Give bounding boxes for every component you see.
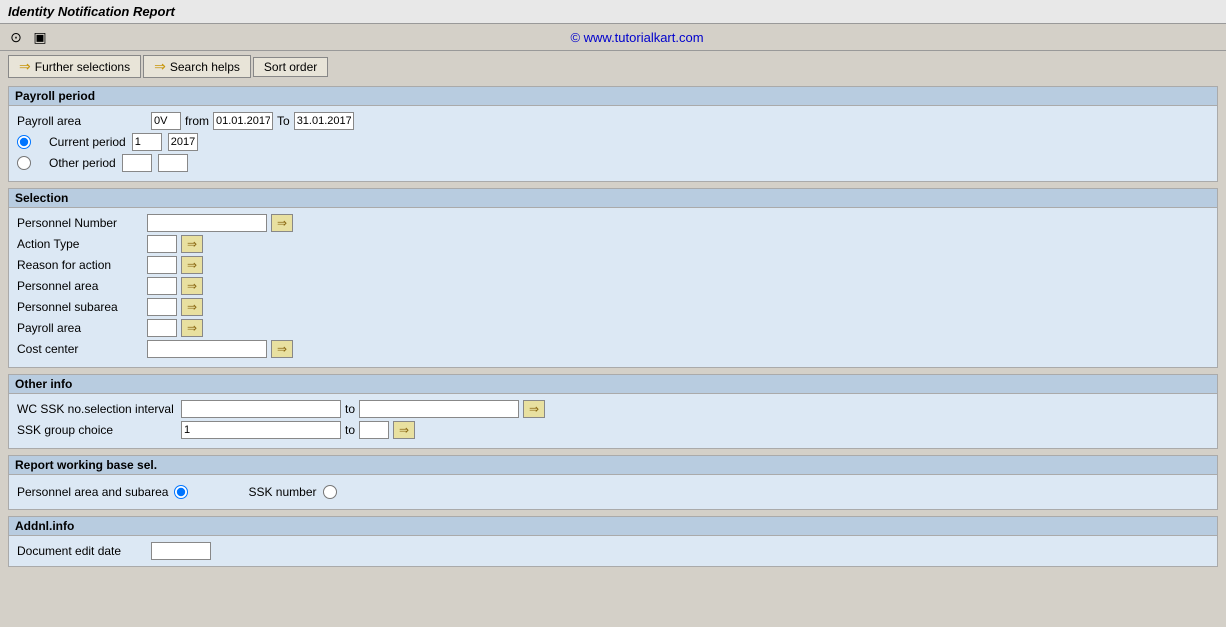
personnel-subarea-label: Personnel subarea bbox=[17, 300, 147, 314]
cost-center-input[interactable] bbox=[147, 340, 267, 358]
cost-center-label: Cost center bbox=[17, 342, 147, 356]
doc-edit-date-label: Document edit date bbox=[17, 544, 147, 558]
selection-body: Personnel Number Action Type Reason for … bbox=[9, 208, 1217, 367]
ssk-group-input1[interactable] bbox=[181, 421, 341, 439]
personnel-number-arrow-btn[interactable] bbox=[271, 214, 293, 232]
tab-search-helps[interactable]: ⇒ Search helps bbox=[143, 55, 251, 78]
payroll-area-input[interactable] bbox=[151, 112, 181, 130]
ssk-group-row: SSK group choice to bbox=[17, 421, 1209, 439]
addnl-info-title: Addnl.info bbox=[9, 517, 1217, 536]
ssk-group-arrow-btn[interactable] bbox=[393, 421, 415, 439]
personnel-area-subarea-label: Personnel area and subarea bbox=[17, 485, 168, 499]
clock-icon[interactable]: ⊙ bbox=[6, 27, 26, 47]
other-info-title: Other info bbox=[9, 375, 1217, 394]
personnel-subarea-arrow-btn[interactable] bbox=[181, 298, 203, 316]
wc-ssk-label: WC SSK no.selection interval bbox=[17, 402, 177, 416]
to-label: To bbox=[277, 114, 290, 128]
rwb-row: Personnel area and subarea SSK number bbox=[17, 481, 1209, 503]
ssk-number-label: SSK number bbox=[248, 485, 316, 499]
watermark: © www.tutorialkart.com bbox=[54, 30, 1220, 45]
reason-action-label: Reason for action bbox=[17, 258, 147, 272]
other-period-label: Other period bbox=[49, 156, 116, 170]
action-type-arrow-btn[interactable] bbox=[181, 235, 203, 253]
ssk-group-to-label: to bbox=[345, 423, 355, 437]
ssk-group-input2[interactable] bbox=[359, 421, 389, 439]
current-period-radio[interactable] bbox=[17, 135, 31, 149]
personnel-subarea-input[interactable] bbox=[147, 298, 177, 316]
cost-center-row: Cost center bbox=[17, 340, 1209, 358]
wc-ssk-input2[interactable] bbox=[359, 400, 519, 418]
other-period-row: Other period bbox=[17, 154, 1209, 172]
doc-edit-date-row: Document edit date bbox=[17, 542, 1209, 560]
wc-ssk-to-label: to bbox=[345, 402, 355, 416]
personnel-area-label: Personnel area bbox=[17, 279, 147, 293]
action-type-label: Action Type bbox=[17, 237, 147, 251]
sel-payroll-area-label: Payroll area bbox=[17, 321, 147, 335]
main-content: Payroll period Payroll area from To Curr… bbox=[0, 82, 1226, 577]
report-working-base-body: Personnel area and subarea SSK number bbox=[9, 475, 1217, 509]
addnl-info-section: Addnl.info Document edit date bbox=[8, 516, 1218, 567]
personnel-number-label: Personnel Number bbox=[17, 216, 147, 230]
to-date-input[interactable] bbox=[294, 112, 354, 130]
toolbar: ⊙ ▣ © www.tutorialkart.com bbox=[0, 24, 1226, 51]
from-date-input[interactable] bbox=[213, 112, 273, 130]
reason-action-input[interactable] bbox=[147, 256, 177, 274]
other-period-num-input[interactable] bbox=[122, 154, 152, 172]
sel-payroll-area-arrow-btn[interactable] bbox=[181, 319, 203, 337]
payroll-period-body: Payroll area from To Current period Othe… bbox=[9, 106, 1217, 181]
selection-section: Selection Personnel Number Action Type R… bbox=[8, 188, 1218, 368]
ssk-group-label: SSK group choice bbox=[17, 423, 177, 437]
payroll-period-section: Payroll period Payroll area from To Curr… bbox=[8, 86, 1218, 182]
further-selections-arrow-icon: ⇒ bbox=[19, 58, 31, 75]
wc-ssk-row: WC SSK no.selection interval to bbox=[17, 400, 1209, 418]
title-bar: Identity Notification Report bbox=[0, 0, 1226, 24]
personnel-area-subarea-item: Personnel area and subarea bbox=[17, 485, 188, 499]
from-label: from bbox=[185, 114, 209, 128]
other-period-radio[interactable] bbox=[17, 156, 31, 170]
personnel-number-row: Personnel Number bbox=[17, 214, 1209, 232]
personnel-area-row: Personnel area bbox=[17, 277, 1209, 295]
search-helps-arrow-icon: ⇒ bbox=[154, 58, 166, 75]
personnel-area-subarea-radio[interactable] bbox=[174, 485, 188, 499]
page-title: Identity Notification Report bbox=[8, 4, 175, 19]
cost-center-arrow-btn[interactable] bbox=[271, 340, 293, 358]
addnl-info-body: Document edit date bbox=[9, 536, 1217, 566]
action-type-row: Action Type bbox=[17, 235, 1209, 253]
payroll-area-label: Payroll area bbox=[17, 114, 147, 128]
report-working-base-title: Report working base sel. bbox=[9, 456, 1217, 475]
current-period-num-input[interactable] bbox=[132, 133, 162, 151]
wc-ssk-arrow-btn[interactable] bbox=[523, 400, 545, 418]
payroll-area-row: Payroll area from To bbox=[17, 112, 1209, 130]
personnel-number-input[interactable] bbox=[147, 214, 267, 232]
current-period-row: Current period bbox=[17, 133, 1209, 151]
tab-bar: ⇒ Further selections ⇒ Search helps Sort… bbox=[0, 51, 1226, 82]
tab-further-selections[interactable]: ⇒ Further selections bbox=[8, 55, 141, 78]
sel-payroll-area-input[interactable] bbox=[147, 319, 177, 337]
sel-payroll-area-row: Payroll area bbox=[17, 319, 1209, 337]
other-info-section: Other info WC SSK no.selection interval … bbox=[8, 374, 1218, 449]
action-type-input[interactable] bbox=[147, 235, 177, 253]
reason-action-arrow-btn[interactable] bbox=[181, 256, 203, 274]
ssk-number-radio[interactable] bbox=[323, 485, 337, 499]
ssk-number-item: SSK number bbox=[248, 485, 336, 499]
report-working-base-section: Report working base sel. Personnel area … bbox=[8, 455, 1218, 510]
other-info-body: WC SSK no.selection interval to SSK grou… bbox=[9, 394, 1217, 448]
personnel-area-arrow-btn[interactable] bbox=[181, 277, 203, 295]
page-icon[interactable]: ▣ bbox=[30, 27, 50, 47]
doc-edit-date-input[interactable] bbox=[151, 542, 211, 560]
reason-action-row: Reason for action bbox=[17, 256, 1209, 274]
tab-sort-order[interactable]: Sort order bbox=[253, 57, 328, 77]
current-period-year-input[interactable] bbox=[168, 133, 198, 151]
payroll-period-title: Payroll period bbox=[9, 87, 1217, 106]
current-period-label: Current period bbox=[49, 135, 126, 149]
other-period-year-input[interactable] bbox=[158, 154, 188, 172]
personnel-subarea-row: Personnel subarea bbox=[17, 298, 1209, 316]
wc-ssk-input1[interactable] bbox=[181, 400, 341, 418]
selection-title: Selection bbox=[9, 189, 1217, 208]
personnel-area-input[interactable] bbox=[147, 277, 177, 295]
